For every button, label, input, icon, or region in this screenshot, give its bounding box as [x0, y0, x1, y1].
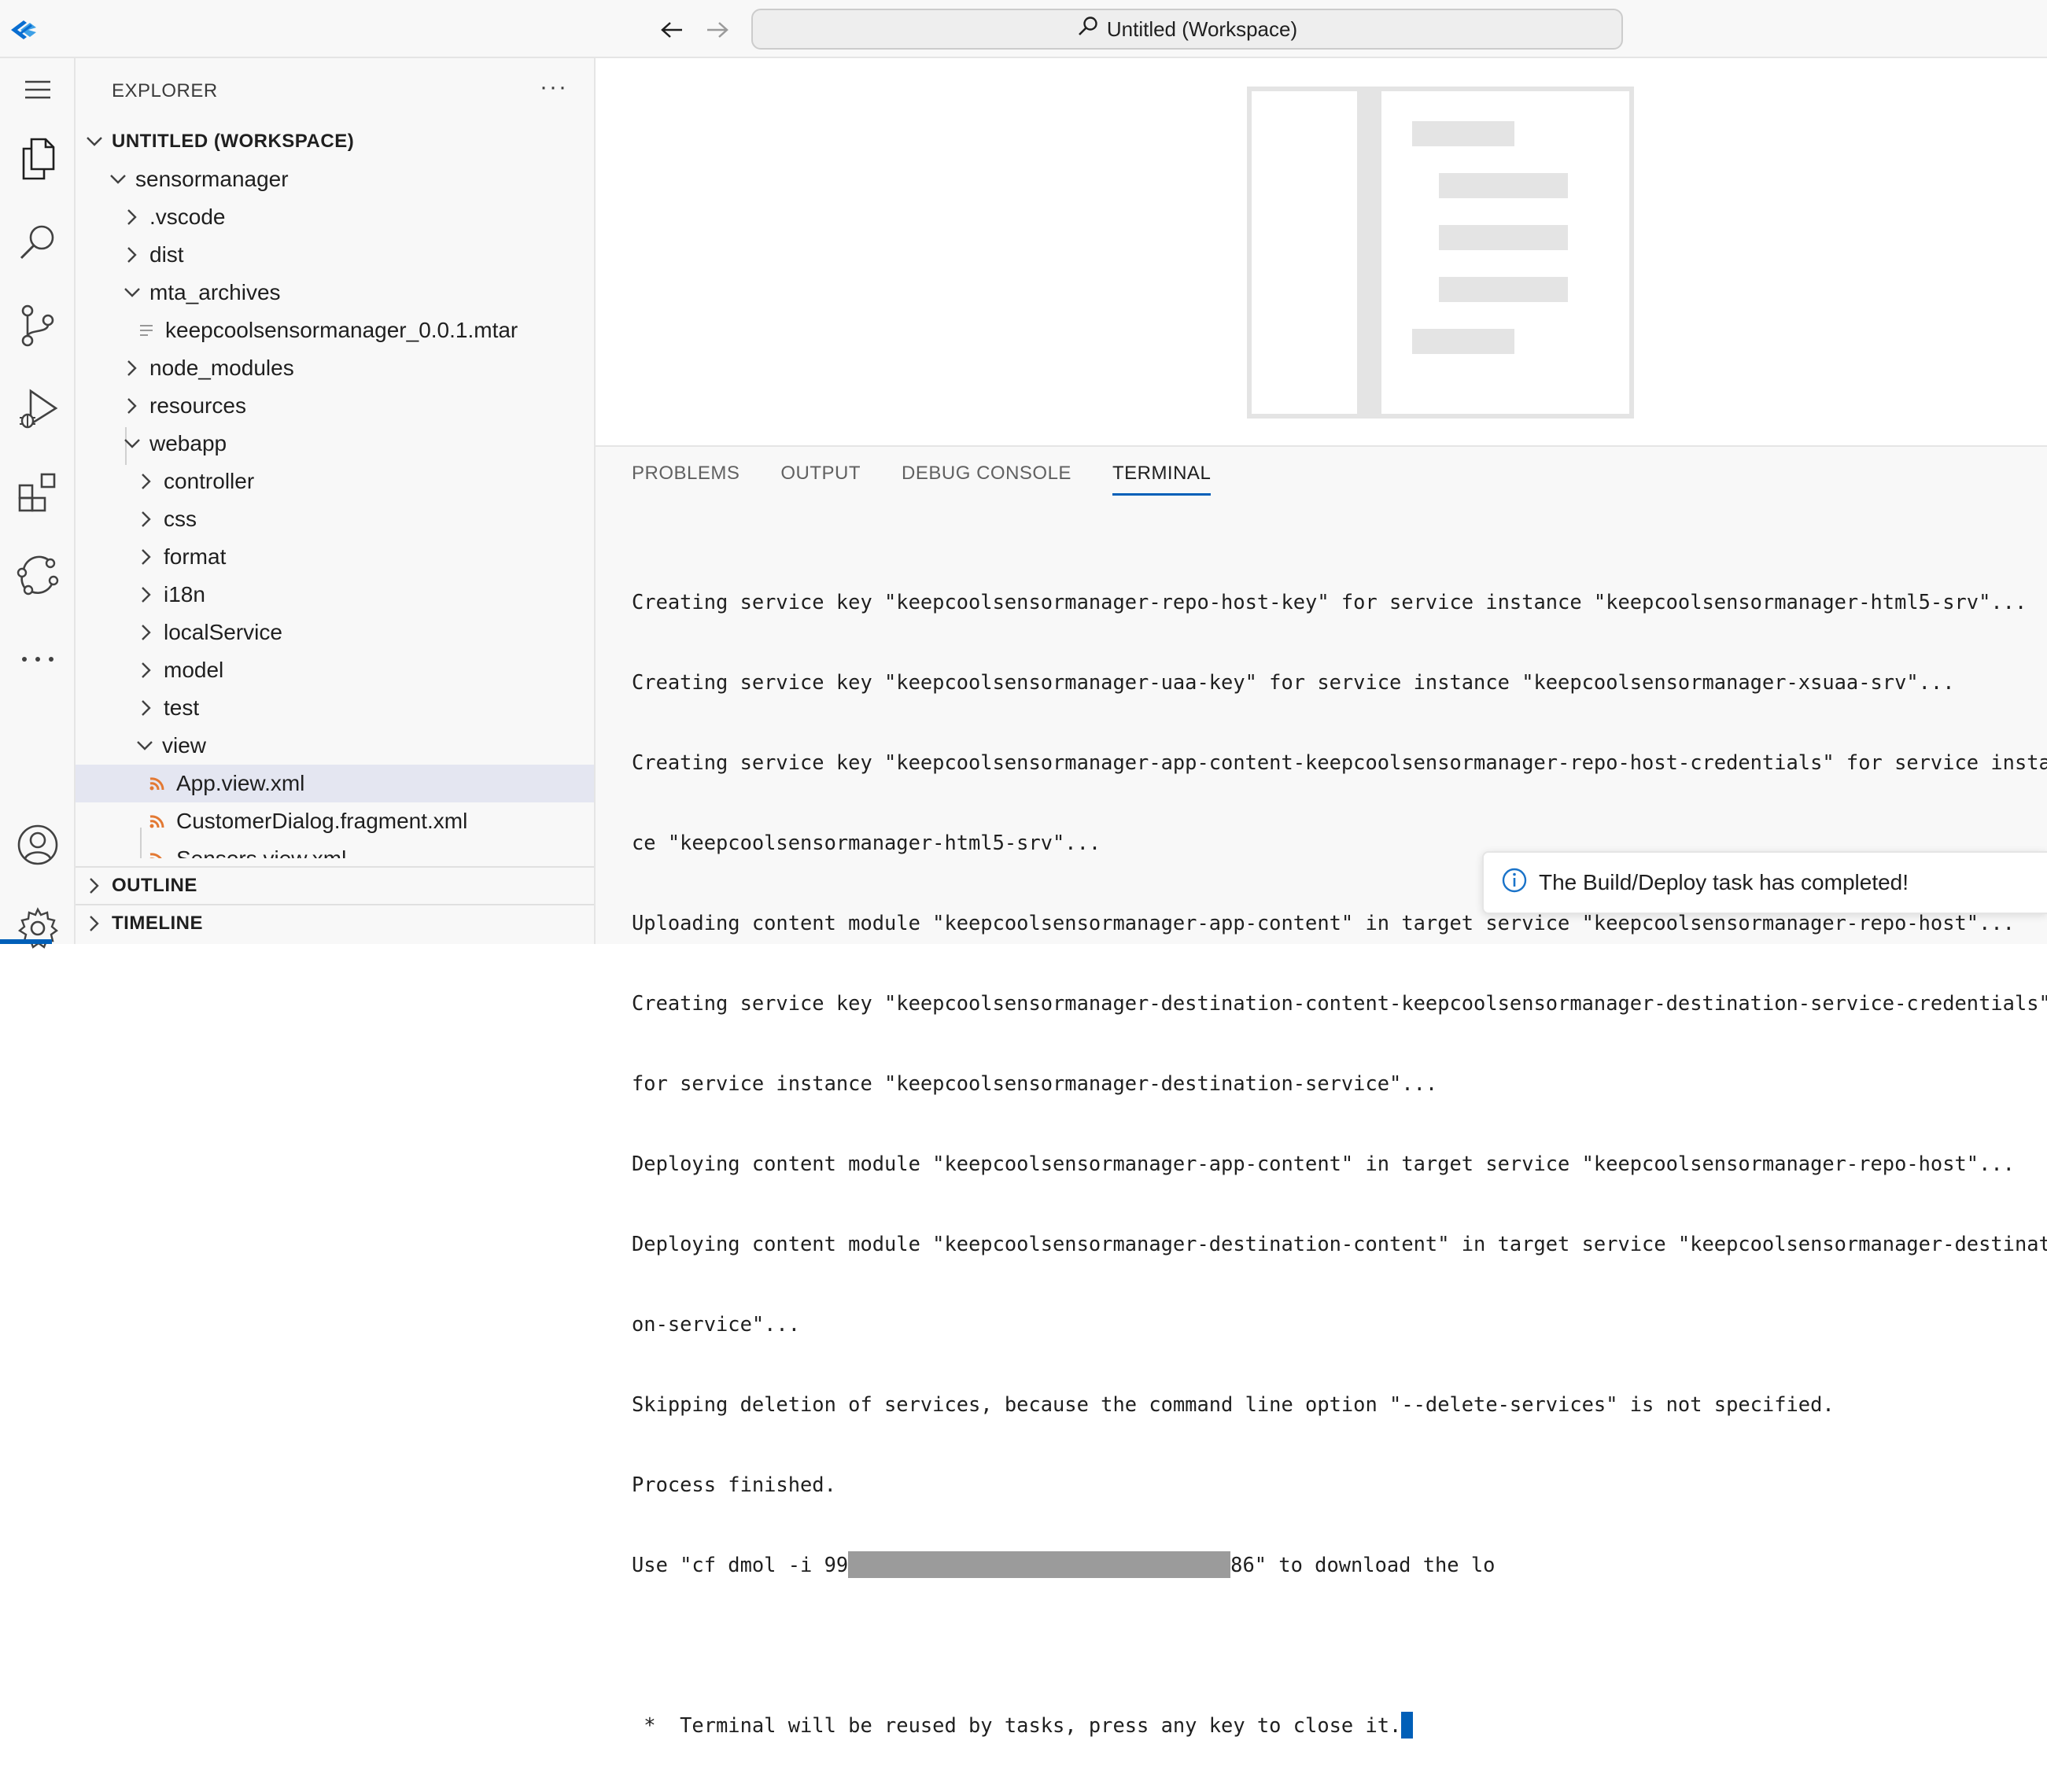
folder-resources[interactable]: resources: [76, 387, 594, 425]
tab-output[interactable]: OUTPUT: [780, 463, 861, 496]
tab-terminal[interactable]: TERMINAL: [1112, 463, 1212, 496]
chevron-right-icon: [121, 244, 143, 266]
file-tree: UNTITLED (WORKSPACE) sensormanager .vsco…: [76, 123, 594, 858]
run-and-debug-icon[interactable]: [0, 378, 76, 441]
folder-controller[interactable]: controller: [76, 463, 594, 500]
file-app-view-xml[interactable]: App.view.xml: [76, 765, 594, 802]
folder-i18n[interactable]: i18n: [76, 576, 594, 614]
reuse-text: * Terminal will be reused by tasks, pres…: [632, 1713, 1402, 1737]
remote-explorer-icon[interactable]: [0, 544, 76, 607]
command-center-search[interactable]: Untitled (Workspace): [751, 9, 1623, 50]
activity-bar: [0, 58, 76, 949]
file-customer-dialog-fragment-xml[interactable]: CustomerDialog.fragment.xml: [76, 802, 594, 840]
chevron-right-icon: [121, 357, 143, 379]
terminal-line: Creating service key "keepcoolsensormana…: [632, 590, 2027, 614]
forward-button[interactable]: [702, 14, 733, 46]
workspace-root[interactable]: UNTITLED (WORKSPACE): [76, 123, 594, 160]
chevron-right-icon: [135, 659, 157, 681]
chevron-right-icon: [121, 395, 143, 417]
chevron-down-icon: [121, 433, 143, 455]
back-button[interactable]: [656, 14, 688, 46]
timeline-section[interactable]: TIMELINE: [76, 904, 594, 942]
folder-css[interactable]: css: [76, 500, 594, 538]
more-actions-button[interactable]: ···: [540, 74, 568, 101]
extensions-icon[interactable]: [0, 461, 76, 524]
folder-view[interactable]: view: [76, 727, 594, 765]
panel-tabs: PROBLEMS OUTPUT DEBUG CONSOLE TERMINAL: [632, 463, 1212, 496]
notification-toast[interactable]: The Build/Deploy task has completed!: [1482, 851, 2047, 914]
title-bar: Untitled (Workspace): [0, 0, 2047, 58]
terminal-line: Deploying content module "keepcoolsensor…: [632, 1152, 2015, 1175]
chevron-down-icon: [121, 282, 143, 304]
chevron-right-icon: [135, 621, 157, 643]
tab-debug-console[interactable]: DEBUG CONSOLE: [902, 463, 1071, 496]
terminal-line-reuse: * Terminal will be reused by tasks, pres…: [632, 1712, 2040, 1739]
redacted-block: [848, 1551, 1231, 1578]
chevron-down-icon: [83, 131, 105, 153]
explorer-sidebar: EXPLORER ··· UNTITLED (WORKSPACE) sensor…: [76, 58, 596, 944]
chevron-right-icon: [135, 470, 157, 492]
terminal-line: Deploying content module "keepcoolsensor…: [632, 1232, 2047, 1256]
chevron-down-icon: [134, 735, 156, 757]
folder-format[interactable]: format: [76, 538, 594, 576]
timeline-label: TIMELINE: [112, 913, 203, 934]
terminal-line-use: Use "cf dmol -i 99 86" to download the lo: [632, 1551, 2040, 1578]
xml-file-icon: [148, 774, 167, 793]
file-mtar[interactable]: keepcoolsensormanager_0.0.1.mtar: [76, 312, 594, 349]
terminal-cursor: [1401, 1712, 1414, 1739]
more-icon[interactable]: [0, 628, 76, 691]
terminal-line: Creating service key "keepcoolsensormana…: [632, 670, 1955, 694]
chevron-right-icon: [135, 546, 157, 568]
folder-vscode[interactable]: .vscode: [76, 198, 594, 236]
chevron-down-icon: [107, 168, 129, 190]
terminal-line: Creating service key "keepcoolsensormana…: [632, 750, 2047, 774]
chevron-right-icon: [135, 697, 157, 719]
outline-label: OUTLINE: [112, 875, 197, 896]
xml-file-icon: [148, 850, 167, 858]
folder-localservice[interactable]: localService: [76, 614, 594, 651]
info-icon: [1501, 867, 1528, 899]
sidebar-title: EXPLORER: [112, 80, 218, 101]
editor-watermark-logo: [1247, 87, 1634, 419]
search-icon: [1077, 16, 1099, 43]
folder-mta-archives[interactable]: mta_archives: [76, 274, 594, 312]
folder-node-modules[interactable]: node_modules: [76, 349, 594, 387]
folder-test[interactable]: test: [76, 689, 594, 727]
file-icon: [137, 321, 156, 340]
workspace-label: UNTITLED (WORKSPACE): [112, 131, 355, 152]
explorer-icon[interactable]: [0, 127, 76, 190]
accounts-icon[interactable]: [0, 813, 76, 876]
folder-webapp[interactable]: webapp: [76, 425, 594, 463]
terminal-output[interactable]: Creating service key "keepcoolsensormana…: [632, 535, 2047, 1792]
search-icon[interactable]: [0, 211, 76, 274]
chevron-right-icon: [83, 913, 105, 935]
chevron-right-icon: [121, 206, 143, 228]
app-logo-icon: [8, 14, 39, 44]
chevron-right-icon: [135, 584, 157, 606]
active-indicator: [0, 939, 52, 944]
folder-sensormanager[interactable]: sensormanager: [76, 160, 594, 198]
file-sensors-view-xml[interactable]: Sensors.view.xml: [76, 840, 594, 858]
folder-model[interactable]: model: [76, 651, 594, 689]
use-line-end: 86" to download the lo: [1230, 1553, 1496, 1576]
xml-file-icon: [148, 812, 167, 831]
source-control-icon[interactable]: [0, 294, 76, 357]
terminal-line: for service instance "keepcoolsensormana…: [632, 1071, 1438, 1095]
tab-problems[interactable]: PROBLEMS: [632, 463, 740, 496]
chevron-right-icon: [135, 508, 157, 530]
manage-gear-icon[interactable]: [0, 897, 76, 960]
use-line-start: Use "cf dmol -i 99: [632, 1553, 849, 1576]
terminal-line: Process finished.: [632, 1473, 836, 1496]
terminal-line: Skipping deletion of services, because t…: [632, 1392, 1835, 1416]
outline-section[interactable]: OUTLINE: [76, 866, 594, 904]
command-center-label: Untitled (Workspace): [1106, 17, 1298, 41]
folder-dist[interactable]: dist: [76, 236, 594, 274]
terminal-line: Creating service key "keepcoolsensormana…: [632, 991, 2047, 1015]
editor-area[interactable]: [596, 58, 2047, 445]
menu-icon[interactable]: [0, 58, 76, 121]
chevron-right-icon: [83, 875, 105, 897]
terminal-line: on-service"...: [632, 1312, 801, 1336]
notification-message: The Build/Deploy task has completed!: [1539, 870, 1909, 894]
